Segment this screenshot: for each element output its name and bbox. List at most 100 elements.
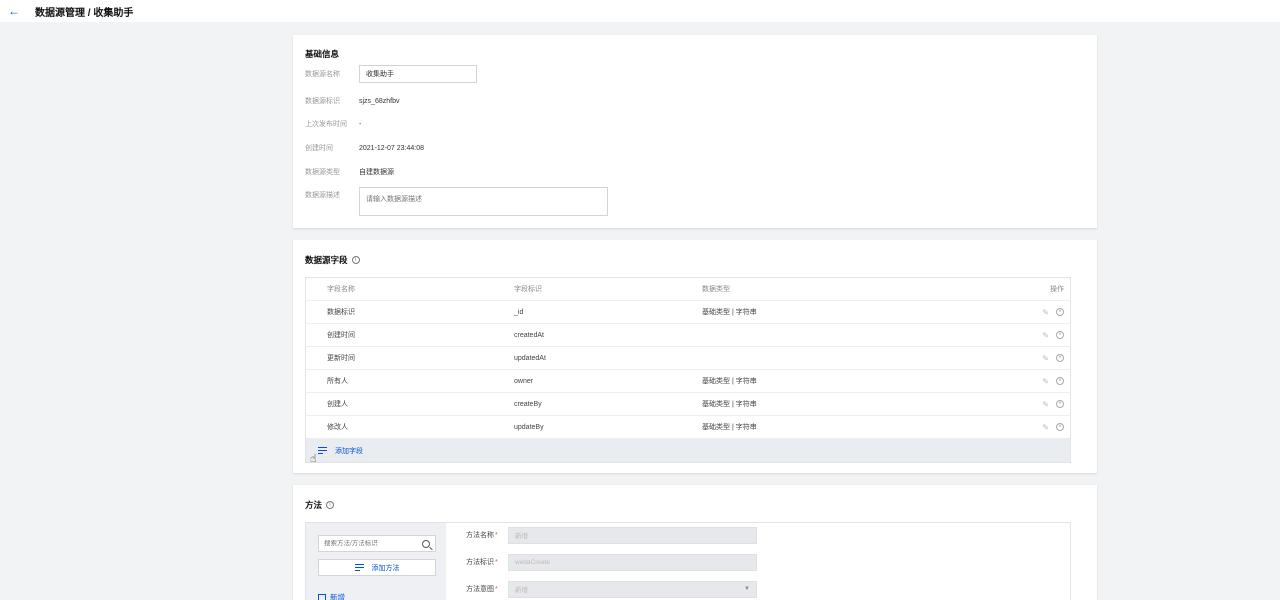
top-bar: ← 数据源管理 / 收集助手 — [0, 0, 1280, 22]
pencil-icon[interactable]: ✎ — [1042, 423, 1049, 432]
methods-title-text: 方法 — [305, 500, 323, 510]
basic-info-card: 基础信息 数据源名称 数据源标识 sjzs_68zhfbv 上次发布时间 - 创… — [293, 35, 1097, 228]
id-row: 数据源标识 sjzs_68zhfbv — [305, 92, 399, 110]
delete-circle-icon[interactable]: × — [1056, 377, 1064, 385]
col-name-header: 字段名称 — [327, 286, 355, 293]
list-add-icon — [354, 564, 364, 571]
table-row: 创建人 createBy 基础类型 | 字符串 ✎ × — [306, 393, 1070, 416]
basic-info-title: 基础信息 — [305, 49, 340, 59]
back-arrow-icon[interactable]: ← — [8, 4, 20, 18]
table-row: 所有人 owner 基础类型 | 字符串 ✎ × — [306, 370, 1070, 393]
field-name: 创建人 — [327, 401, 348, 408]
row-actions: ✎ × — [852, 400, 1070, 409]
field-key: owner — [514, 377, 534, 385]
table-header: 字段名称 字段标识 数据类型 操作 — [306, 278, 1070, 301]
row-actions: ✎ × — [852, 354, 1070, 363]
method-doc-icon — [318, 594, 326, 600]
delete-circle-icon[interactable]: × — [1056, 331, 1064, 339]
col-type-header: 数据类型 — [702, 286, 730, 293]
field-type: 基础类型 | 字符串 — [702, 401, 757, 408]
add-method-button[interactable]: 添加方法 — [318, 559, 436, 576]
id-label: 数据源标识 — [305, 98, 340, 105]
methods-sidebar: 添加方法 新增 — [306, 523, 446, 600]
method-name-label: 方法名称* — [466, 532, 498, 539]
methods-card: 方法 i 添加方法 新增 方法名称* 新增 方法标识* wedaCreate — [293, 485, 1097, 600]
add-field-label: 添加字段 — [335, 447, 363, 455]
hand-cursor-icon: ☝ — [310, 453, 317, 465]
table-row: 数据标识 _id 基础类型 | 字符串 ✎ × — [306, 301, 1070, 324]
name-label: 数据源名称 — [305, 71, 340, 78]
field-key: createBy — [514, 400, 542, 408]
method-item-create[interactable]: 新增 — [318, 592, 345, 600]
field-key: updateBy — [514, 423, 544, 431]
field-type: 基础类型 | 字符串 — [702, 424, 757, 431]
table-row: 修改人 updateBy 基础类型 | 字符串 ✎ × — [306, 416, 1070, 439]
add-method-label: 添加方法 — [371, 564, 400, 572]
list-add-icon — [318, 447, 327, 454]
row-actions: ✎ × — [852, 423, 1070, 432]
created-row: 创建时间 2021-12-07 23:44:08 — [305, 139, 424, 157]
delete-circle-icon[interactable]: × — [1056, 308, 1064, 316]
method-intent-label: 方法意图* — [466, 586, 498, 593]
method-key-row: 方法标识* wedaCreate — [466, 553, 757, 571]
delete-circle-icon[interactable]: × — [1056, 423, 1064, 431]
caret-down-icon: ▼ — [744, 586, 750, 592]
pencil-icon[interactable]: ✎ — [1042, 377, 1049, 386]
desc-row: 数据源描述 — [305, 186, 359, 204]
method-search — [318, 535, 436, 552]
method-name-row: 方法名称* 新增 — [466, 526, 757, 544]
field-name: 更新时间 — [327, 355, 355, 362]
search-icon[interactable] — [422, 539, 430, 548]
type-value: 自建数据源 — [359, 169, 394, 176]
methods-title: 方法 i — [305, 499, 335, 511]
fields-table: 字段名称 字段标识 数据类型 操作 数据标识 _id 基础类型 | 字符串 ✎ ×… — [305, 277, 1071, 463]
pencil-icon[interactable]: ✎ — [1042, 308, 1049, 317]
table-row: 更新时间 updatedAt ✎ × — [306, 347, 1070, 370]
published-row: 上次发布时间 - — [305, 115, 361, 133]
row-actions: ✎ × — [852, 308, 1070, 317]
field-type: 基础类型 | 字符串 — [702, 309, 757, 316]
method-item-label: 新增 — [330, 593, 345, 600]
row-actions: ✎ × — [852, 331, 1070, 340]
field-name: 数据标识 — [327, 309, 355, 316]
row-actions: ✎ × — [852, 377, 1070, 386]
fields-card: 数据源字段 i 字段名称 字段标识 数据类型 操作 数据标识 _id 基础类型 … — [293, 240, 1097, 473]
methods-panel: 添加方法 新增 方法名称* 新增 方法标识* wedaCreate 方法意图* … — [305, 522, 1071, 600]
method-search-input[interactable] — [324, 540, 422, 547]
delete-circle-icon[interactable]: × — [1056, 400, 1064, 408]
info-icon[interactable]: i — [351, 256, 360, 264]
pencil-icon[interactable]: ✎ — [1042, 331, 1049, 340]
name-input[interactable] — [359, 65, 477, 83]
field-name: 创建时间 — [327, 332, 355, 339]
col-ops-header: 操作 — [1050, 286, 1064, 293]
pencil-icon[interactable]: ✎ — [1042, 400, 1049, 409]
type-label: 数据源类型 — [305, 169, 340, 176]
type-row: 数据源类型 自建数据源 — [305, 163, 394, 181]
fields-title: 数据源字段 i — [305, 254, 360, 266]
pencil-icon[interactable]: ✎ — [1042, 354, 1049, 363]
field-key: _id — [514, 308, 524, 316]
created-value: 2021-12-07 23:44:08 — [359, 144, 424, 152]
method-key-input[interactable]: wedaCreate — [508, 553, 757, 571]
col-key-header: 字段标识 — [514, 286, 542, 293]
method-key-label: 方法标识* — [466, 559, 498, 566]
field-name: 修改人 — [327, 424, 348, 431]
method-intent-select[interactable]: 新增 ▼ — [508, 580, 757, 598]
field-type: 基础类型 | 字符串 — [702, 378, 757, 385]
fields-title-text: 数据源字段 — [305, 255, 348, 265]
field-name: 所有人 — [327, 378, 348, 385]
table-row: 创建时间 createdAt ✎ × — [306, 324, 1070, 347]
method-name-input[interactable]: 新增 — [508, 526, 757, 544]
published-value: - — [359, 120, 362, 128]
id-value: sjzs_68zhfbv — [359, 97, 400, 105]
method-intent-row: 方法意图* 新增 ▼ — [466, 580, 757, 598]
desc-label: 数据源描述 — [305, 192, 340, 199]
field-key: updatedAt — [514, 354, 546, 362]
desc-textarea[interactable] — [359, 187, 608, 216]
published-label: 上次发布时间 — [305, 121, 347, 128]
created-label: 创建时间 — [305, 145, 333, 152]
delete-circle-icon[interactable]: × — [1056, 354, 1064, 362]
info-icon[interactable]: i — [326, 501, 335, 509]
add-field-button[interactable]: 添加字段 — [306, 439, 1070, 462]
name-row: 数据源名称 — [305, 65, 477, 83]
